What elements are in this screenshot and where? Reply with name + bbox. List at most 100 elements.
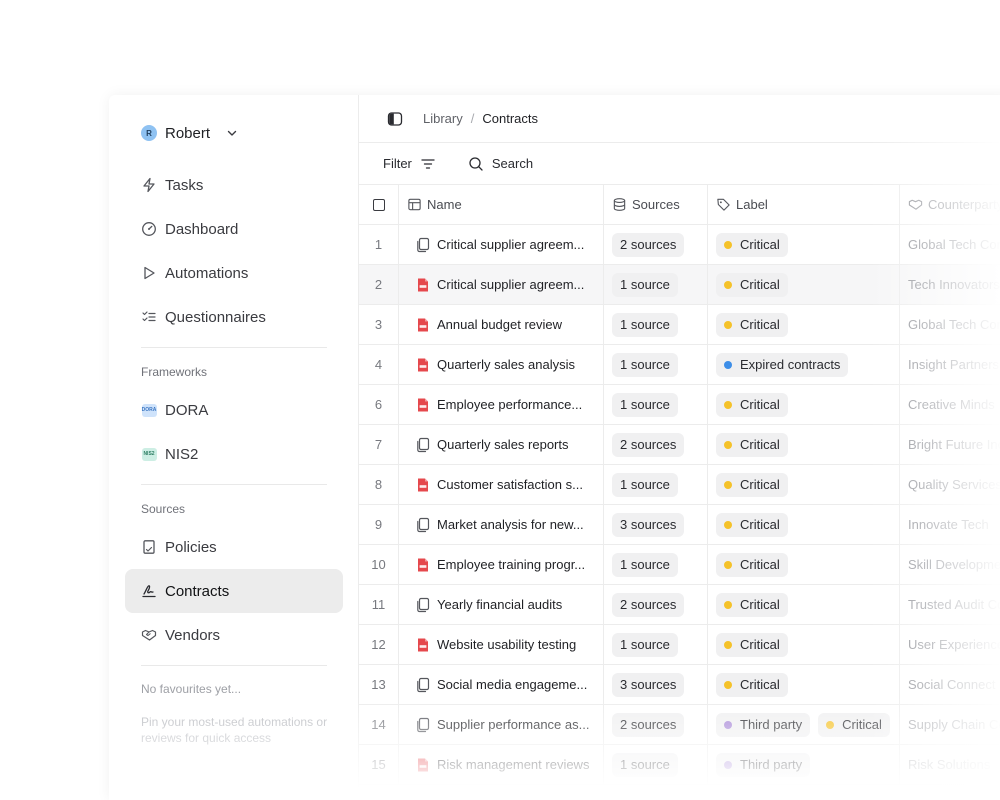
filter-button[interactable]: Filter [383,156,436,172]
label-pill[interactable]: Third party [716,752,811,777]
label-pill[interactable]: Critical [716,592,788,617]
label-cell[interactable]: Critical [708,304,900,345]
table-row[interactable]: 3 Annual budget review 1 source Critical Glo… [359,304,1000,345]
sources-pill[interactable]: 3 sources [612,512,685,537]
column-header-label-col[interactable]: Label [708,184,900,225]
label-pill[interactable]: Critical [716,312,788,337]
sidebar-toggle-icon[interactable] [387,111,403,127]
breadcrumb-library[interactable]: Library [423,111,463,126]
counterparty-cell[interactable]: Social Connect [900,665,1000,705]
counterparty-cell[interactable]: Trusted Audit Co [900,585,1000,625]
label-pill[interactable]: Critical [716,472,788,497]
counterparty-cell[interactable]: Innovate Tech [900,505,1000,545]
name-cell[interactable]: Yearly financial audits [399,584,604,625]
table-row[interactable]: 13 Social media engageme... 3 sources Criti… [359,664,1000,705]
table-row[interactable]: 8 Customer satisfaction s... 1 source Criti… [359,464,1000,505]
sources-cell[interactable]: 2 sources [604,704,708,745]
sources-cell[interactable]: 2 sources [604,424,708,465]
label-pill[interactable]: Third party [716,712,811,737]
name-cell[interactable]: Critical supplier agreem... [399,264,604,305]
label-cell[interactable]: Critical [708,424,900,465]
table-row[interactable]: 7 Quarterly sales reports 2 sources Critica… [359,424,1000,465]
sidebar-item-nis2[interactable]: NIS2 NIS2 [125,432,343,476]
name-cell[interactable]: Quarterly sales analysis [399,344,604,385]
label-pill[interactable]: Critical [716,232,788,257]
column-header-counterparty[interactable]: Counterparty [900,185,1000,225]
label-cell[interactable]: Critical [708,224,900,265]
sources-pill[interactable]: 1 source [612,272,678,297]
label-cell[interactable]: Critical [708,584,900,625]
sidebar-item-contracts[interactable]: Contracts [125,569,343,613]
sources-cell[interactable]: 1 source [604,304,708,345]
sources-pill[interactable]: 1 source [612,632,678,657]
sources-pill[interactable]: 1 source [612,352,678,377]
name-cell[interactable]: Employee training progr... [399,544,604,585]
label-pill[interactable]: Expired contracts [716,352,849,377]
sources-cell[interactable]: 3 sources [604,504,708,545]
counterparty-cell[interactable]: Skill Development [900,545,1000,585]
label-cell[interactable]: Expired contracts [708,344,900,385]
table-row[interactable]: 9 Market analysis for new... 3 sources Crit… [359,504,1000,545]
label-pill[interactable]: Critical [716,392,788,417]
sources-pill[interactable]: 2 sources [612,592,685,617]
name-cell[interactable]: Website usability testing [399,624,604,665]
sidebar-item-questionnaires[interactable]: Questionnaires [125,295,343,339]
table-row[interactable]: 12 Website usability testing 1 source Criti… [359,624,1000,665]
sources-cell[interactable]: 1 source [604,744,708,785]
counterparty-cell[interactable]: Global Tech Corp [900,305,1000,345]
name-cell[interactable]: Social media engageme... [399,664,604,705]
search-button[interactable]: Search [468,156,533,172]
label-cell[interactable]: Critical [708,384,900,425]
label-cell[interactable]: Critical [708,544,900,585]
table-row[interactable]: 15 Risk management reviews 1 source Third p… [359,744,1000,785]
name-cell[interactable]: Market analysis for new... [399,504,604,545]
counterparty-cell[interactable]: Creative Minds [900,385,1000,425]
sources-pill[interactable]: 2 sources [612,432,685,457]
column-header-name[interactable]: Name [399,184,604,225]
sidebar-item-dashboard[interactable]: Dashboard [125,207,343,251]
name-cell[interactable]: Quarterly sales reports [399,424,604,465]
counterparty-cell[interactable]: User Experience [900,625,1000,665]
counterparty-cell[interactable]: Quality Services [900,465,1000,505]
sources-pill[interactable]: 1 source [612,752,678,777]
label-pill[interactable]: Critical [716,672,788,697]
counterparty-cell[interactable]: Supply Chain Co [900,705,1000,745]
table-row[interactable]: 1 Critical supplier agreem... 2 sources Cri… [359,224,1000,265]
sidebar-item-dora[interactable]: DORA DORA [125,388,343,432]
sidebar-item-vendors[interactable]: Vendors [125,613,343,657]
counterparty-cell[interactable]: Tech Innovators [900,265,1000,305]
sources-cell[interactable]: 2 sources [604,584,708,625]
sources-cell[interactable]: 1 source [604,264,708,305]
name-cell[interactable]: Risk management reviews [399,744,604,785]
sources-pill[interactable]: 1 source [612,312,678,337]
label-cell[interactable]: Third party [708,744,900,785]
sources-pill[interactable]: 1 source [612,552,678,577]
sources-pill[interactable]: 3 sources [612,672,685,697]
counterparty-cell[interactable]: Risk Solutions [900,745,1000,785]
label-pill[interactable]: Critical [818,712,890,737]
counterparty-cell[interactable]: Insight Partners [900,345,1000,385]
sources-cell[interactable]: 1 source [604,344,708,385]
label-pill[interactable]: Critical [716,272,788,297]
table-row[interactable]: 6 Employee performance... 1 source Critical… [359,384,1000,425]
sources-pill[interactable]: 1 source [612,392,678,417]
name-cell[interactable]: Employee performance... [399,384,604,425]
sources-pill[interactable]: 2 sources [612,232,685,257]
counterparty-cell[interactable]: Global Tech Corp [900,225,1000,265]
user-switcher[interactable]: R Robert [141,123,238,143]
label-cell[interactable]: Critical [708,664,900,705]
name-cell[interactable]: Customer satisfaction s... [399,464,604,505]
sources-pill[interactable]: 1 source [612,472,678,497]
sources-cell[interactable]: 1 source [604,384,708,425]
sources-cell[interactable]: 1 source [604,464,708,505]
name-cell[interactable]: Critical supplier agreem... [399,224,604,265]
label-pill[interactable]: Critical [716,432,788,457]
column-header-sources[interactable]: Sources [604,184,708,225]
sidebar-item-tasks[interactable]: Tasks [125,163,343,207]
counterparty-cell[interactable]: Bright Future Inc [900,425,1000,465]
name-cell[interactable]: Supplier performance as... [399,704,604,745]
label-cell[interactable]: Third party Critical [708,704,900,745]
sources-cell[interactable]: 1 source [604,544,708,585]
label-cell[interactable]: Critical [708,264,900,305]
sources-cell[interactable]: 2 sources [604,224,708,265]
